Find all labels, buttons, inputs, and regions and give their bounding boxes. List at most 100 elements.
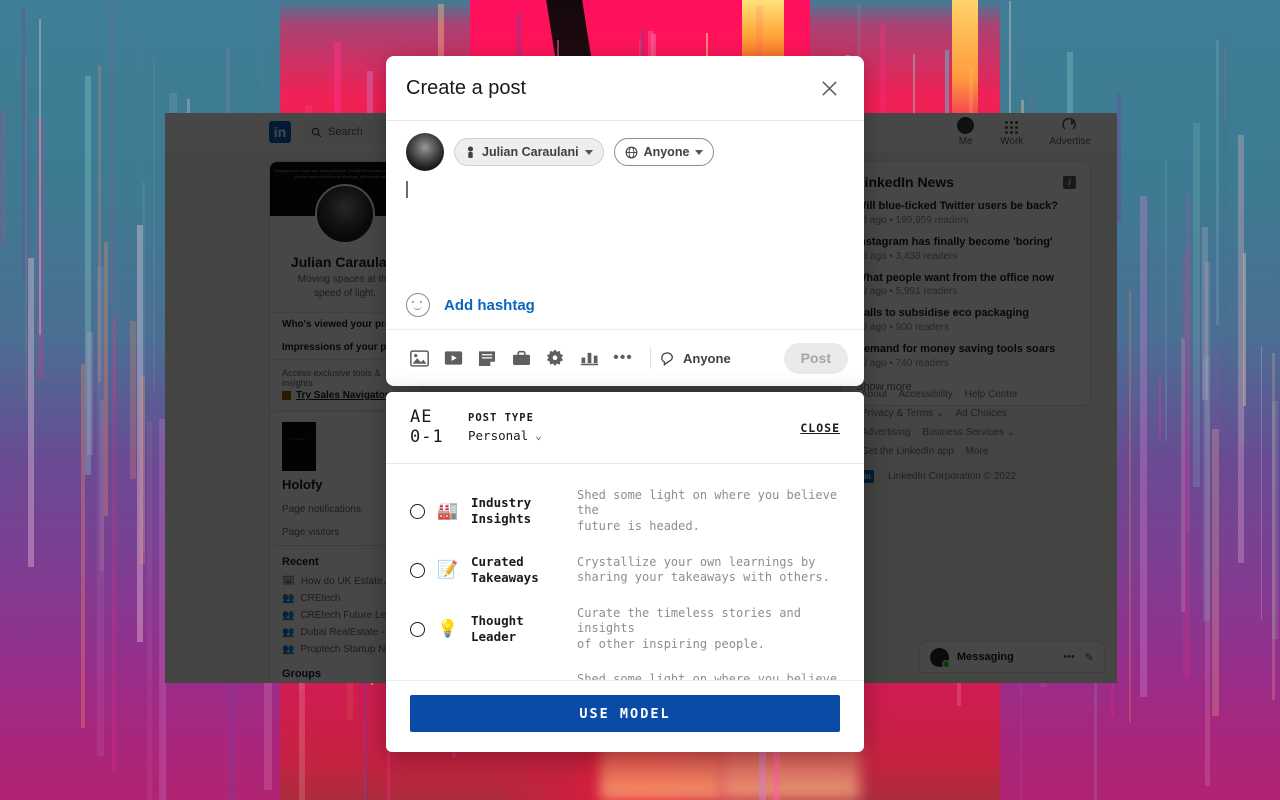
celebrate-icon[interactable]: [538, 341, 572, 375]
model-name-line1: Curated: [471, 554, 524, 570]
text-cursor: [406, 181, 408, 198]
page-title: Create a post: [406, 76, 527, 99]
ellipsis-icon[interactable]: •••: [1063, 651, 1075, 664]
news-meta: 2d ago • 199,959 readers: [856, 214, 969, 226]
more-options-icon[interactable]: •••: [606, 341, 640, 375]
news-item[interactable]: What people want from the office now 3d …: [856, 272, 1076, 298]
list-item[interactable]: 📝 Curated Takeaways Crystallize your own…: [386, 544, 864, 596]
avatar[interactable]: [406, 133, 444, 171]
compose-icon[interactable]: ✎: [1085, 651, 1094, 664]
model-name: Tools Curation: [471, 679, 565, 680]
ae-panel-footer: USE MODEL: [386, 680, 864, 752]
model-desc-line2: of other inspiring people.: [577, 636, 765, 651]
list-item[interactable]: 🏭 Industry Insights Shed some light on w…: [386, 478, 864, 544]
composer-toolbar: ••• Anyone Post: [386, 329, 864, 386]
audience-selector[interactable]: Anyone: [613, 138, 715, 166]
use-model-button[interactable]: USE MODEL: [410, 695, 840, 732]
footer-link-ad-choices[interactable]: Ad Choices: [955, 408, 1006, 419]
add-photo-icon-glyph: [409, 349, 429, 367]
messaging-actions: ••• ✎: [1063, 651, 1094, 664]
model-name-line2: Leader: [471, 629, 517, 645]
divider: [650, 347, 651, 369]
footer-copyright-text: LinkedIn Corporation © 2022: [888, 471, 1017, 482]
footer-link-help-center[interactable]: Help Center: [965, 389, 1018, 400]
messaging-bar[interactable]: Messaging ••• ✎: [919, 641, 1105, 673]
info-icon[interactable]: i: [1063, 175, 1076, 189]
footer-link-business-services[interactable]: Business Services ⌄: [922, 427, 1015, 438]
radio-button[interactable]: [410, 621, 425, 637]
post-editor[interactable]: [386, 171, 864, 293]
post-type-value: Personal: [468, 428, 529, 443]
avatar: [930, 647, 950, 668]
footer-link-accessibility[interactable]: Accessibility: [898, 389, 952, 400]
search-icon: [311, 127, 322, 137]
model-description: Shed some light on where you believe the…: [577, 672, 840, 680]
add-photo-icon[interactable]: [402, 341, 436, 375]
post-type-label: POST TYPE: [468, 412, 534, 424]
radio-button[interactable]: [410, 562, 425, 578]
author-selector[interactable]: Julian Caraulani: [454, 138, 604, 166]
nav-item-work[interactable]: Work: [1000, 121, 1023, 147]
model-list[interactable]: 🏭 Industry Insights Shed some light on w…: [386, 464, 864, 680]
model-name-line2: Insights: [471, 511, 532, 527]
footer-copyright: in LinkedIn Corporation © 2022: [861, 467, 1091, 486]
model-name-line1: Tools: [471, 679, 565, 680]
news-item[interactable]: Will blue-ticked Twitter users be back? …: [856, 200, 1076, 226]
footer-link-about[interactable]: About: [861, 389, 887, 400]
avatar-icon: [957, 117, 975, 134]
emoji-icon[interactable]: [406, 293, 430, 317]
news-meta: 1d ago • 3,438 readers: [856, 250, 958, 262]
post-type-select[interactable]: Personal ⌄: [468, 428, 542, 443]
grid-icon: [1005, 121, 1019, 134]
add-document-icon[interactable]: [470, 341, 504, 375]
comment-icon: [661, 351, 673, 366]
nav-item-advertise[interactable]: Advertise: [1049, 118, 1091, 147]
news-item[interactable]: Instagram has finally become 'boring' 1d…: [856, 236, 1076, 262]
add-document-icon-glyph: [478, 350, 496, 366]
group-icon: 👥: [282, 627, 295, 638]
find-expert-icon[interactable]: [504, 341, 538, 375]
close-button[interactable]: CLOSE: [800, 421, 840, 435]
model-description: Curate the timeless stories and insights…: [577, 606, 840, 652]
list-item[interactable]: 💡 Thought Leader Curate the timeless sto…: [386, 596, 864, 662]
hashtag-row: Add hashtag: [386, 293, 864, 329]
news-meta: 3d ago • 5,991 readers: [856, 286, 958, 298]
news-header: LinkedIn News i: [856, 174, 1076, 190]
model-desc-line1: Curate the timeless stories and insights: [577, 606, 801, 636]
news-item[interactable]: Calls to subsidise eco packaging 4d ago …: [856, 307, 1076, 333]
news-item[interactable]: Demand for money saving tools soars 5d a…: [856, 343, 1076, 369]
ae-logo-line1: AE: [410, 406, 433, 427]
person-icon: [467, 146, 474, 158]
footer-link-get-app[interactable]: Get the LinkedIn app: [861, 446, 954, 457]
news-headline: Demand for money saving tools soars: [856, 343, 1056, 355]
model-description: Crystallize your own learnings by sharin…: [577, 555, 830, 586]
create-poll-icon[interactable]: [572, 341, 606, 375]
footer-link-more[interactable]: More: [966, 446, 989, 457]
news-card: LinkedIn News i Will blue-ticked Twitter…: [841, 161, 1091, 406]
list-item[interactable]: ⚒ Tools Curation Shed some light on wher…: [386, 662, 864, 680]
comment-control-button[interactable]: Anyone: [661, 351, 731, 366]
close-icon[interactable]: [814, 73, 844, 103]
model-desc-line2: future is headed.: [577, 518, 700, 533]
advertise-icon: [1062, 118, 1076, 130]
ae-panel-header: AE 0-1 POST TYPE Personal ⌄ CLOSE: [386, 392, 864, 464]
linkedin-logo[interactable]: in: [269, 121, 291, 143]
wallpaper-orange-streak-2: [952, 0, 978, 130]
sales-navigator-label: Try Sales Navigator: [296, 390, 389, 401]
add-hashtag-button[interactable]: Add hashtag: [444, 297, 535, 314]
calendar-icon: 🗓: [282, 576, 295, 587]
modal-header: Create a post: [386, 56, 864, 121]
avatar[interactable]: [315, 184, 375, 244]
model-name-line1: Thought: [471, 613, 524, 629]
nav-item-me[interactable]: Me: [957, 117, 975, 147]
footer-link-advertising[interactable]: Advertising: [861, 427, 910, 438]
post-button[interactable]: Post: [783, 342, 848, 374]
company-logo: HOLOFY: [282, 422, 316, 471]
add-video-icon[interactable]: [436, 341, 470, 375]
news-meta: 5d ago • 740 readers: [856, 357, 950, 369]
footer-link-privacy-terms[interactable]: Privacy & Terms ⌄: [861, 408, 944, 419]
radio-button[interactable]: [410, 503, 425, 519]
ellipsis-glyph: •••: [613, 349, 633, 366]
add-video-icon-glyph: [444, 351, 462, 365]
post-type-group: POST TYPE Personal ⌄: [468, 412, 542, 443]
